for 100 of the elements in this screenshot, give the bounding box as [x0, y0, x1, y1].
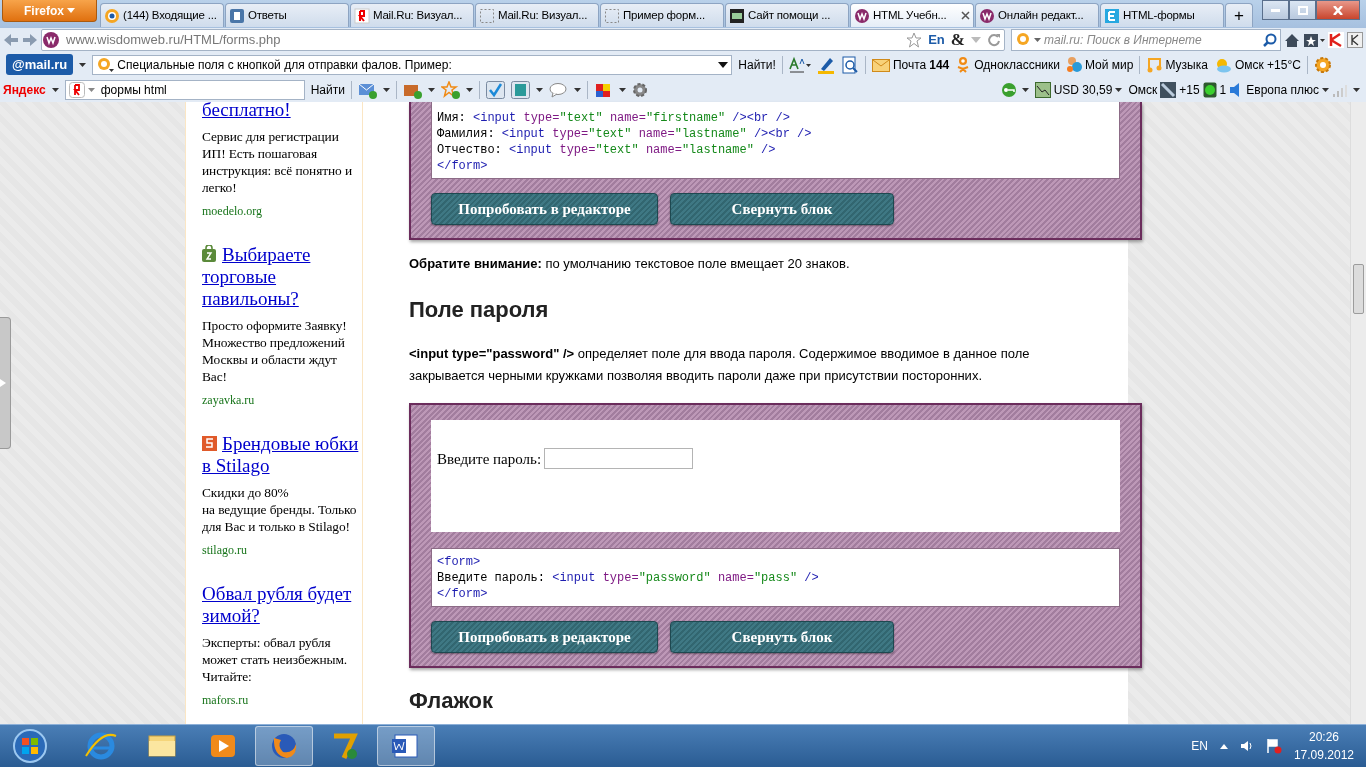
mailru-logo[interactable]: @mail.ru: [6, 53, 74, 76]
minimize-icon: [1271, 8, 1280, 12]
browser-tab[interactable]: Сайт помощи ...: [725, 3, 849, 27]
ad-domain[interactable]: stilago.ru: [202, 541, 359, 559]
highlighter-icon[interactable]: [816, 55, 835, 74]
settings-icon[interactable]: [1313, 55, 1332, 74]
search-icon[interactable]: [1263, 33, 1277, 47]
bookmarks-icon[interactable]: [1303, 32, 1325, 48]
new-tab-button[interactable]: +: [1225, 3, 1253, 27]
try-in-editor-button[interactable]: Попробовать в редакторе: [431, 193, 658, 225]
reload-icon[interactable]: [987, 33, 1001, 47]
ad-title-link[interactable]: Обвал рубля будет зимой?: [202, 583, 359, 627]
paragraph: Обратите внимание: по умолчанию текстовое поле вмещает 20 знаков.: [409, 255, 851, 273]
query-field[interactable]: формы html: [64, 79, 305, 100]
show-hidden-icons-icon[interactable]: [1219, 743, 1228, 749]
browser-tab[interactable]: Онлайн редакт...: [975, 3, 1099, 27]
browser-tab[interactable]: Ответы: [225, 3, 349, 27]
caret-icon[interactable]: [618, 87, 626, 92]
caret-icon[interactable]: [382, 87, 390, 92]
find-button[interactable]: Найти!: [738, 55, 776, 74]
favicon-icon: [604, 7, 620, 24]
star-icon[interactable]: [440, 80, 460, 99]
password-field[interactable]: [544, 448, 694, 470]
clock[interactable]: 20:26 17.09.2012: [1293, 728, 1354, 764]
code-line: Введите пароль: <input type="password" name="pass" />: [437, 570, 820, 587]
odnoklassniki-link[interactable]: Одноклассники: [955, 55, 1060, 74]
weather-widget[interactable]: +15: [1160, 80, 1200, 99]
translate-icon[interactable]: [510, 80, 530, 99]
ad-domain[interactable]: mafors.ru: [202, 691, 359, 709]
caret-icon[interactable]: [79, 62, 87, 67]
collapse-button[interactable]: Свернуть блок: [670, 193, 894, 225]
yandex-logo[interactable]: Яндекс: [3, 80, 46, 99]
caret-icon[interactable]: [535, 87, 543, 92]
page-search-icon[interactable]: [840, 55, 859, 74]
browser-tab[interactable]: Mail.Ru: Визуал...: [350, 3, 474, 27]
k-button-icon[interactable]: [1347, 32, 1363, 48]
maximize-button[interactable]: [1289, 0, 1316, 20]
caret-icon[interactable]: [1353, 87, 1360, 92]
traffic-widget[interactable]: 1: [1202, 80, 1227, 99]
k-logo-icon[interactable]: [1328, 32, 1344, 48]
ampersand-button[interactable]: &: [950, 27, 965, 53]
ad-title-link[interactable]: бесплатно!: [202, 102, 359, 121]
favicon-icon: [354, 7, 370, 24]
browser-tab[interactable]: Пример форм...: [600, 3, 724, 27]
caret-icon[interactable]: [465, 87, 473, 92]
font-size-icon[interactable]: [788, 55, 811, 74]
code-line: Имя: <input type="text" name="firstname" /><br />: [437, 110, 791, 126]
caret-icon[interactable]: [573, 87, 581, 92]
caret-icon[interactable]: [1034, 38, 1041, 42]
code-line: Отчество: <input type="text" name="lastname" />: [437, 142, 777, 158]
caret-icon[interactable]: [1115, 87, 1123, 92]
weather-link[interactable]: Омск +15°C: [1213, 55, 1301, 74]
star-icon[interactable]: [906, 32, 923, 48]
browser-tab[interactable]: Mail.Ru: Визуал...: [475, 3, 599, 27]
ad-description: Просто оформите Заявку! Множество предложений Москвы и области ждут Вас!: [202, 317, 348, 385]
browser-tab[interactable]: (144) Входящие ...: [100, 3, 224, 27]
address-bar[interactable]: www.wisdomweb.ru/HTML/forms.php En &: [41, 29, 1005, 51]
ad-title-link[interactable]: Выбираете торговые павильоны?: [202, 244, 359, 310]
search-field[interactable]: mail.ru: Поиск в Интернете: [1011, 29, 1281, 51]
spellcheck-icon[interactable]: [485, 80, 505, 99]
volume-icon[interactable]: [1239, 740, 1254, 752]
music-link[interactable]: Музыка: [1146, 55, 1208, 74]
ad-domain[interactable]: zayavka.ru: [202, 391, 359, 409]
caret-icon[interactable]: [1322, 87, 1329, 92]
caret-icon[interactable]: [51, 87, 59, 92]
yandex-icon: [68, 81, 85, 98]
city-label[interactable]: Омск: [1128, 80, 1158, 99]
speech-bubble-icon[interactable]: [548, 80, 568, 99]
favicon-icon: [729, 7, 745, 24]
close-icon[interactable]: [961, 11, 970, 20]
maximize-icon: [1297, 5, 1308, 15]
flag-icon[interactable]: [1265, 738, 1282, 754]
my-world-link[interactable]: Мой мир: [1065, 55, 1134, 74]
mail-link[interactable]: Почта 144: [871, 55, 950, 74]
language-indicator[interactable]: EN: [1191, 737, 1208, 755]
favicon-icon: [1104, 7, 1120, 24]
query-field[interactable]: Специальные поля с кнопкой для отправки фалов. Пример:: [92, 54, 733, 75]
ad-domain[interactable]: moedelo.org: [202, 202, 359, 220]
signal-icon: [1332, 82, 1350, 97]
favicon-icon: [104, 7, 120, 24]
scrollbar[interactable]: [1350, 102, 1366, 724]
sidebar-handle[interactable]: [0, 317, 11, 449]
minimize-button[interactable]: [1262, 0, 1289, 20]
currency-widget[interactable]: USD 30,59: [1034, 80, 1113, 99]
browser-tab[interactable]: HTML Учебн...: [850, 3, 974, 27]
dropdown-icon[interactable]: [718, 61, 729, 68]
find-button[interactable]: Найти: [310, 80, 345, 99]
browser-tab[interactable]: HTML-формы: [1100, 3, 1224, 27]
try-in-editor-button[interactable]: Попробовать в редакторе: [431, 621, 658, 654]
radio-widget[interactable]: Европа плюс: [1229, 80, 1329, 99]
close-button[interactable]: [1316, 0, 1360, 20]
settings-icon[interactable]: [631, 81, 648, 98]
collapse-button[interactable]: Свернуть блок: [670, 621, 894, 654]
home-icon[interactable]: [1284, 32, 1300, 48]
ad-title-link[interactable]: Брендовые юбки в Stilago: [202, 433, 359, 477]
caret-icon[interactable]: [427, 87, 435, 92]
caret-icon[interactable]: [1021, 87, 1029, 92]
field-label: Введите пароль:: [437, 450, 542, 470]
favicon-icon: [479, 7, 495, 24]
scrollbar-thumb[interactable]: [1353, 264, 1364, 314]
